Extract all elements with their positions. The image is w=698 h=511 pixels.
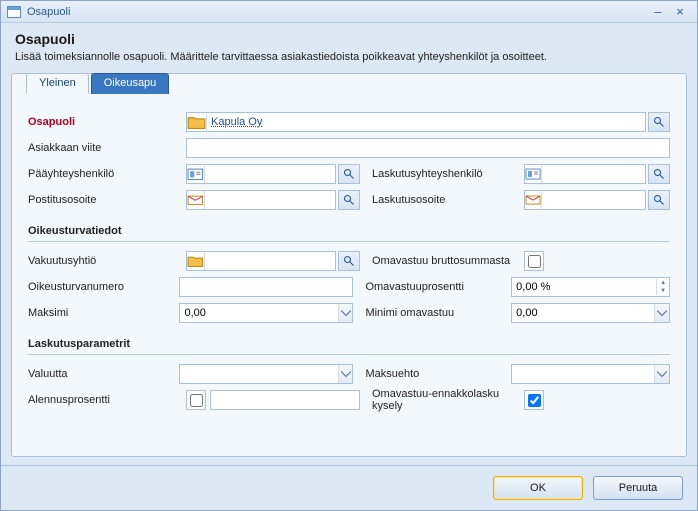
- main-contact-input[interactable]: [205, 166, 335, 182]
- label-payment-term: Maksuehto: [361, 368, 503, 380]
- header: Osapuoli Lisää toimeksiannolle osapuoli.…: [1, 23, 697, 73]
- label-deductible-gross: Omavastuu bruttosummasta: [368, 255, 516, 267]
- label-discount-percent: Alennusprosentti: [28, 394, 178, 406]
- tab-panel: Yleinen Oikeusapu Osapuoli Kapula Oy: [11, 73, 687, 457]
- folder-icon: [187, 252, 205, 270]
- titlebar: Osapuoli – ×: [1, 1, 697, 23]
- min-deductible-field[interactable]: [511, 303, 670, 323]
- page-subtitle: Lisää toimeksiannolle osapuoli. Määritte…: [15, 51, 683, 63]
- billing-contact-field[interactable]: [524, 164, 646, 184]
- discount-value-field[interactable]: [210, 390, 360, 410]
- label-deductible-prompt: Omavastuu-ennakkolasku kysely: [368, 388, 516, 412]
- label-currency: Valuutta: [28, 368, 171, 380]
- label-deductible-percent: Omavastuuprosentti: [361, 281, 503, 293]
- label-party: Osapuoli: [28, 116, 178, 128]
- mailing-address-search-button[interactable]: [338, 190, 360, 210]
- billing-address-input[interactable]: [542, 192, 645, 208]
- party-search-button[interactable]: [648, 112, 670, 132]
- party-field[interactable]: Kapula Oy: [186, 112, 646, 132]
- section-billing-params: Laskutusparametrit: [28, 336, 670, 355]
- maximum-input[interactable]: [180, 305, 337, 321]
- customer-ref-input[interactable]: [187, 140, 669, 156]
- insurance-company-search-button[interactable]: [338, 251, 360, 271]
- label-mailing-address: Postitusosoite: [28, 194, 178, 206]
- tab-general[interactable]: Yleinen: [26, 73, 89, 94]
- mailing-address-input[interactable]: [205, 192, 335, 208]
- dialog-window: Osapuoli – × Osapuoli Lisää toimeksianno…: [0, 0, 698, 511]
- app-icon: [7, 6, 21, 18]
- dropdown-button[interactable]: [654, 304, 669, 322]
- insurance-company-input[interactable]: [205, 253, 335, 269]
- label-min-deductible: Minimi omavastuu: [361, 307, 503, 319]
- section-legal: Oikeusturvatiedot: [28, 223, 670, 242]
- billing-contact-input[interactable]: [542, 166, 645, 182]
- label-insurance-company: Vakuutusyhtiö: [28, 255, 178, 267]
- billing-contact-search-button[interactable]: [648, 164, 670, 184]
- party-value[interactable]: Kapula Oy: [207, 116, 645, 128]
- dropdown-button[interactable]: [338, 304, 353, 322]
- currency-input[interactable]: [180, 366, 337, 382]
- insurance-company-field[interactable]: [186, 251, 336, 271]
- currency-field[interactable]: [179, 364, 353, 384]
- dropdown-button[interactable]: [338, 365, 353, 383]
- main-contact-search-button[interactable]: [338, 164, 360, 184]
- deductible-prompt-checkbox[interactable]: [524, 390, 544, 410]
- deductible-percent-field[interactable]: ▲▼: [511, 277, 670, 297]
- main-contact-field[interactable]: [186, 164, 336, 184]
- cancel-button[interactable]: Peruuta: [593, 476, 683, 500]
- payment-term-field[interactable]: [511, 364, 670, 384]
- label-main-contact: Pääyhteyshenkilö: [28, 168, 178, 180]
- deductible-percent-input[interactable]: [512, 279, 656, 295]
- discount-value-input[interactable]: [211, 392, 359, 408]
- mailing-address-field[interactable]: [186, 190, 336, 210]
- contact-card-icon: [525, 165, 542, 183]
- folder-icon: [187, 113, 207, 131]
- close-button[interactable]: ×: [669, 4, 691, 19]
- label-billing-address: Laskutusosoite: [368, 194, 516, 206]
- window-title: Osapuoli: [27, 6, 70, 18]
- maximum-field[interactable]: [179, 303, 353, 323]
- discount-checkbox[interactable]: [186, 390, 206, 410]
- contact-card-icon: [187, 165, 205, 183]
- envelope-icon: [525, 191, 542, 209]
- envelope-icon: [187, 191, 205, 209]
- label-billing-contact: Laskutusyhteyshenkilö: [368, 168, 516, 180]
- billing-address-field[interactable]: [524, 190, 646, 210]
- legal-number-field[interactable]: [179, 277, 353, 297]
- min-deductible-input[interactable]: [512, 305, 654, 321]
- dropdown-button[interactable]: [654, 365, 669, 383]
- label-maximum: Maksimi: [28, 307, 171, 319]
- legal-number-input[interactable]: [180, 279, 352, 295]
- billing-address-search-button[interactable]: [648, 190, 670, 210]
- page-title: Osapuoli: [15, 31, 683, 47]
- label-legal-number: Oikeusturvanumero: [28, 281, 171, 293]
- tab-legal-aid[interactable]: Oikeusapu: [91, 73, 170, 94]
- payment-term-input[interactable]: [512, 366, 654, 382]
- minimize-button[interactable]: –: [647, 4, 669, 19]
- customer-ref-field[interactable]: [186, 138, 670, 158]
- label-customer-ref: Asiakkaan viite: [28, 142, 178, 154]
- deductible-gross-checkbox[interactable]: [524, 251, 544, 271]
- spinner[interactable]: ▲▼: [656, 279, 669, 295]
- footer: OK Peruuta: [1, 465, 697, 510]
- ok-button[interactable]: OK: [493, 476, 583, 500]
